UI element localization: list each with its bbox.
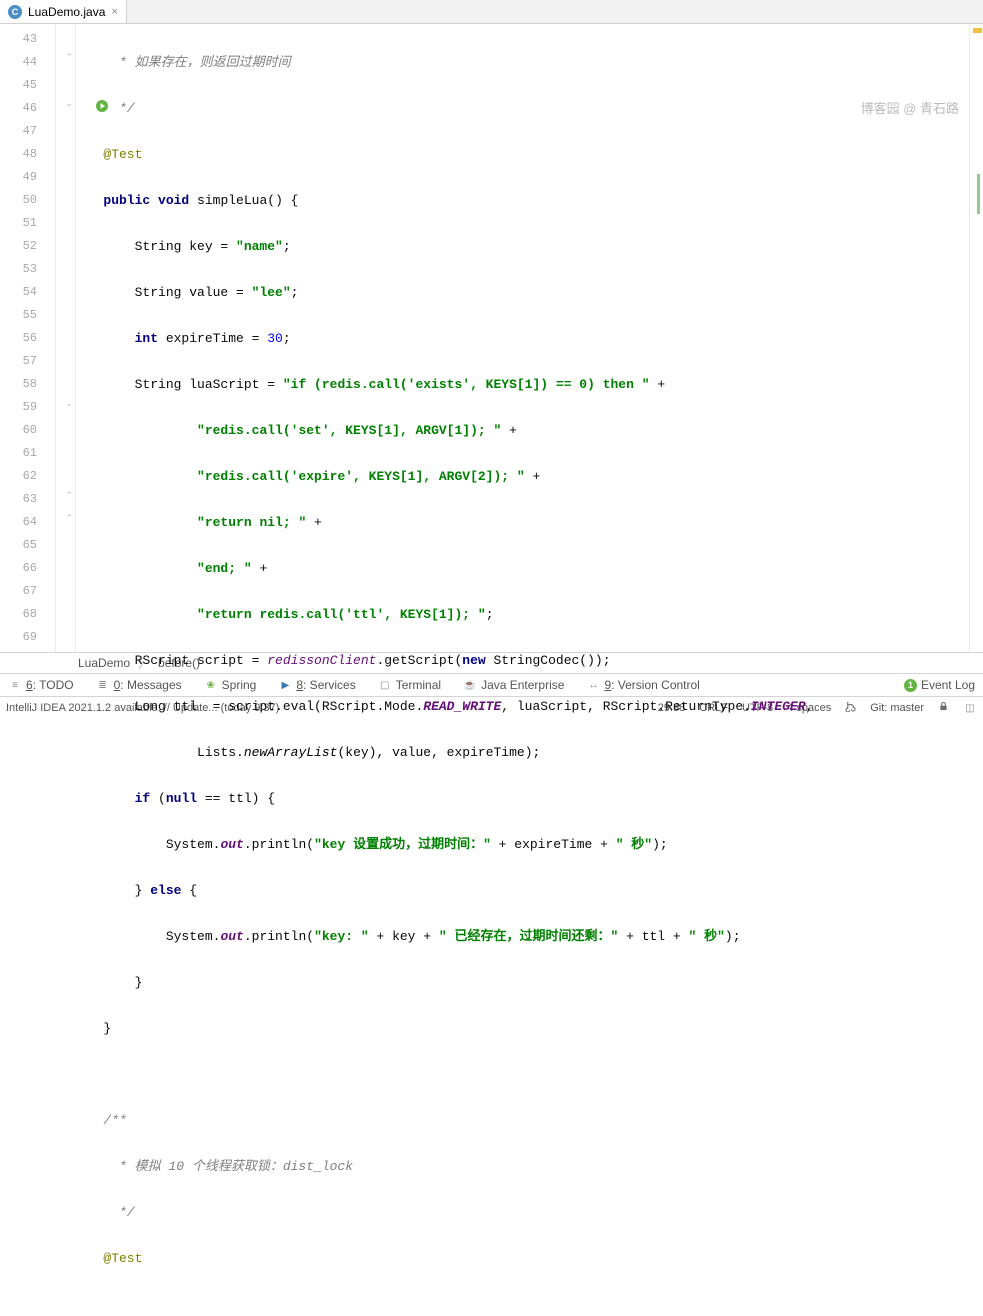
tab-label: LuaDemo.java <box>28 5 105 19</box>
line-number: 66 <box>0 557 37 580</box>
line-number: 60 <box>0 419 37 442</box>
line-number: 64 <box>0 511 37 534</box>
line-number: 61 <box>0 442 37 465</box>
line-number: 65 <box>0 534 37 557</box>
line-number: 57 <box>0 350 37 373</box>
fold-gutter: ⌃ ⌄ ⌄ ⌃ ⌃ <box>56 24 76 652</box>
fold-open-icon[interactable]: ⌄ <box>65 98 73 109</box>
editor-tabs: C LuaDemo.java × <box>0 0 983 24</box>
line-number: 55 <box>0 304 37 327</box>
line-number: 52 <box>0 235 37 258</box>
warning-marker[interactable] <box>973 28 982 33</box>
close-icon[interactable]: × <box>111 6 117 18</box>
fold-open-icon[interactable]: ⌄ <box>65 398 73 409</box>
tab-luademo[interactable]: C LuaDemo.java × <box>0 0 127 23</box>
watermark-text: 博客园 @ 青石路 <box>861 98 959 117</box>
line-number: 45 <box>0 74 37 97</box>
line-number: 43 <box>0 28 37 51</box>
fold-close-icon[interactable]: ⌃ <box>65 52 73 63</box>
line-number: 51 <box>0 212 37 235</box>
line-number: 69 <box>0 626 37 649</box>
line-number: 63 <box>0 488 37 511</box>
line-number: 59 <box>0 396 37 419</box>
line-number: 44 <box>0 51 37 74</box>
java-class-icon: C <box>8 5 22 19</box>
line-number: 50 <box>0 189 37 212</box>
fold-close-icon[interactable]: ⌃ <box>65 513 73 524</box>
line-number: 68 <box>0 603 37 626</box>
code-area[interactable]: * 如果存在，则返回过期时间 */ @Test public void simp… <box>76 24 969 652</box>
todo-icon: ≡ <box>8 678 22 692</box>
line-number: 58 <box>0 373 37 396</box>
fold-close-icon[interactable]: ⌃ <box>65 490 73 501</box>
editor: 4344454647484950515253545556575859606162… <box>0 24 983 652</box>
line-number: 47 <box>0 120 37 143</box>
line-number: 54 <box>0 281 37 304</box>
line-number: 56 <box>0 327 37 350</box>
line-number: 49 <box>0 166 37 189</box>
todo-toolwin[interactable]: ≡6: TODO <box>8 678 74 692</box>
error-stripe[interactable] <box>969 24 983 652</box>
change-marker[interactable] <box>977 174 980 214</box>
line-number: 62 <box>0 465 37 488</box>
line-number: 53 <box>0 258 37 281</box>
line-number: 46 <box>0 97 37 120</box>
line-number: 67 <box>0 580 37 603</box>
line-gutter: 4344454647484950515253545556575859606162… <box>0 24 56 652</box>
line-number: 48 <box>0 143 37 166</box>
